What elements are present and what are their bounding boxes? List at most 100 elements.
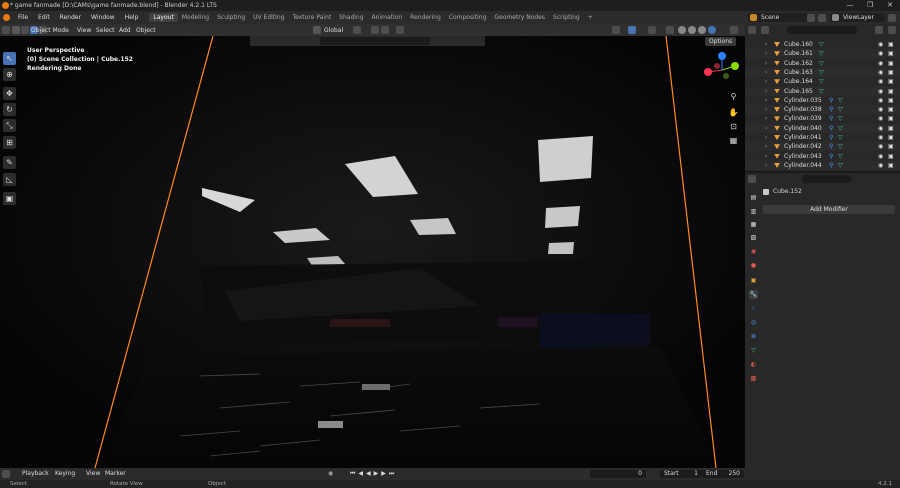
expand-arrow-icon[interactable]: › xyxy=(765,142,767,151)
shading-wireframe-icon[interactable] xyxy=(678,26,686,34)
outliner-row[interactable]: › Cylinder.041 ⚲ ▽ ◉ ▣ xyxy=(745,133,900,142)
render-camera-icon[interactable]: ▣ xyxy=(888,142,894,151)
tab-uv-editing[interactable]: UV Editing xyxy=(249,13,288,22)
ortho-toggle-icon[interactable]: ▦ xyxy=(727,134,740,147)
modifier-tab-icon[interactable]: 🔧 xyxy=(749,290,758,299)
menu-render[interactable]: Render xyxy=(55,14,86,21)
menu-view[interactable]: View xyxy=(77,26,91,35)
tool-tab-icon[interactable]: ▤ xyxy=(749,193,758,202)
start-frame-field[interactable]: Start 1 xyxy=(660,470,702,478)
world-tab-icon[interactable]: ● xyxy=(749,261,758,270)
expand-arrow-icon[interactable]: › xyxy=(765,114,767,123)
new-collection-icon[interactable] xyxy=(888,26,896,34)
menu-object[interactable]: Object xyxy=(136,26,156,35)
outliner-row[interactable]: › Cylinder.039 ⚲ ▽ ◉ ▣ xyxy=(745,114,900,123)
camera-view-icon[interactable]: ⊡ xyxy=(727,120,740,133)
render-camera-icon[interactable]: ▣ xyxy=(888,105,894,114)
display-mode-icon[interactable] xyxy=(761,26,769,34)
render-camera-icon[interactable]: ▣ xyxy=(888,96,894,105)
rotate-tool-button[interactable]: ↻ xyxy=(3,103,16,116)
current-frame-field[interactable]: 0 xyxy=(590,470,646,478)
visibility-icon[interactable] xyxy=(612,26,620,34)
menu-window[interactable]: Window xyxy=(86,14,120,21)
outliner-row[interactable]: › Cube.160 ▽ ◉ ▣ xyxy=(745,40,900,49)
expand-arrow-icon[interactable]: › xyxy=(765,96,767,105)
select-extend-icon[interactable] xyxy=(21,26,29,34)
tab-sculpting[interactable]: Sculpting xyxy=(213,13,249,22)
expand-arrow-icon[interactable]: › xyxy=(765,68,767,77)
visibility-eye-icon[interactable]: ◉ xyxy=(878,77,883,86)
select-box-icon[interactable] xyxy=(12,26,20,34)
outliner-row[interactable]: › Cylinder.044 ⚲ ▽ ◉ ▣ xyxy=(745,160,900,170)
add-cube-tool-button[interactable]: ▣ xyxy=(3,192,16,205)
menu-timeline-view[interactable]: View xyxy=(86,470,100,478)
expand-arrow-icon[interactable]: › xyxy=(765,152,767,161)
visibility-eye-icon[interactable]: ◉ xyxy=(878,161,883,170)
shading-material-icon[interactable] xyxy=(698,26,706,34)
expand-arrow-icon[interactable]: › xyxy=(765,87,767,96)
expand-arrow-icon[interactable]: › xyxy=(765,49,767,58)
visibility-eye-icon[interactable]: ◉ xyxy=(878,40,883,49)
menu-keying[interactable]: Keying xyxy=(55,470,75,478)
render-tab-icon[interactable]: ▥ xyxy=(749,207,758,216)
outliner-row[interactable]: › Cylinder.038 ⚲ ▽ ◉ ▣ xyxy=(745,105,900,115)
expand-arrow-icon[interactable]: › xyxy=(765,105,767,114)
shading-rendered-icon[interactable] xyxy=(708,26,716,34)
visibility-eye-icon[interactable]: ◉ xyxy=(878,96,883,105)
properties-editor-icon[interactable] xyxy=(748,175,756,183)
zoom-view-icon[interactable]: ⚲ xyxy=(727,90,740,103)
outliner-search-input[interactable] xyxy=(787,26,857,34)
output-tab-icon[interactable]: ▦ xyxy=(749,220,758,229)
view-layer-tab-icon[interactable]: ▧ xyxy=(749,233,758,242)
outliner-row[interactable]: › Cube.162 ▽ ◉ ▣ xyxy=(745,59,900,68)
transform-tool-button[interactable]: ⊞ xyxy=(3,136,16,149)
render-camera-icon[interactable]: ▣ xyxy=(888,40,894,49)
new-scene-icon[interactable] xyxy=(807,14,815,22)
render-camera-icon[interactable]: ▣ xyxy=(888,68,894,77)
snap-icon[interactable] xyxy=(371,26,379,34)
visibility-eye-icon[interactable]: ◉ xyxy=(878,87,883,96)
menu-edit[interactable]: Edit xyxy=(33,14,55,21)
proportional-edit-icon[interactable] xyxy=(396,26,404,34)
xray-toggle-icon[interactable] xyxy=(666,26,674,34)
visibility-eye-icon[interactable]: ◉ xyxy=(878,114,883,123)
select-tool-button[interactable]: ↖ xyxy=(3,52,16,65)
menu-marker[interactable]: Marker xyxy=(105,470,126,478)
render-camera-icon[interactable]: ▣ xyxy=(888,124,894,133)
menu-add[interactable]: Add xyxy=(119,26,131,35)
scene-tab-icon[interactable]: ◉ xyxy=(749,247,758,256)
visibility-eye-icon[interactable]: ◉ xyxy=(878,105,883,114)
minimize-button[interactable]: — xyxy=(840,0,860,11)
shading-solid-icon[interactable] xyxy=(688,26,696,34)
visibility-eye-icon[interactable]: ◉ xyxy=(878,59,883,68)
menu-file[interactable]: File xyxy=(13,14,33,21)
close-button[interactable]: ✕ xyxy=(880,0,900,11)
move-tool-button[interactable]: ✥ xyxy=(3,87,16,100)
tab-animation[interactable]: Animation xyxy=(368,13,407,22)
tab-layout[interactable]: Layout xyxy=(149,13,178,22)
filter-icon[interactable] xyxy=(875,26,883,34)
menu-help[interactable]: Help xyxy=(120,14,144,21)
delete-scene-icon[interactable] xyxy=(818,14,826,22)
cursor-tool-button[interactable]: ⊕ xyxy=(3,68,16,81)
outliner-row[interactable]: › Cube.165 ▽ ◉ ▣ xyxy=(745,86,900,96)
visibility-eye-icon[interactable]: ◉ xyxy=(878,68,883,77)
render-camera-icon[interactable]: ▣ xyxy=(888,49,894,58)
render-camera-icon[interactable]: ▣ xyxy=(888,77,894,86)
add-workspace-button[interactable]: + xyxy=(584,13,597,22)
outliner-panel[interactable]: › Cube.160 ▽ ◉ ▣ › Cube.161 ▽ ◉ ▣ › Cube.162 ▽ ◉ ▣ › Cub… xyxy=(745,24,900,171)
material-tab-icon[interactable]: ◐ xyxy=(749,360,758,369)
properties-panel[interactable]: Cube.152 Add Modifier ▤ ▥ ▦ ▧ ◉ ● ▣ 🔧 ⁘ … xyxy=(745,171,900,480)
pivot-point-icon[interactable] xyxy=(353,26,361,34)
outliner-row[interactable]: › Cylinder.042 ⚲ ▽ ◉ ▣ xyxy=(745,142,900,152)
measure-tool-button[interactable]: ◺ xyxy=(3,173,16,186)
blender-menu-icon[interactable] xyxy=(3,14,10,21)
timeline-editor-icon[interactable] xyxy=(2,470,10,478)
outliner-editor-icon[interactable] xyxy=(748,26,756,34)
properties-search-input[interactable] xyxy=(802,175,852,183)
render-camera-icon[interactable]: ▣ xyxy=(888,133,894,142)
add-modifier-button[interactable]: Add Modifier xyxy=(763,205,895,214)
outliner-row[interactable]: › Cube.164 ▽ ◉ ▣ xyxy=(745,77,900,86)
tab-modeling[interactable]: Modeling xyxy=(178,13,213,22)
editor-type-icon[interactable] xyxy=(2,26,10,34)
